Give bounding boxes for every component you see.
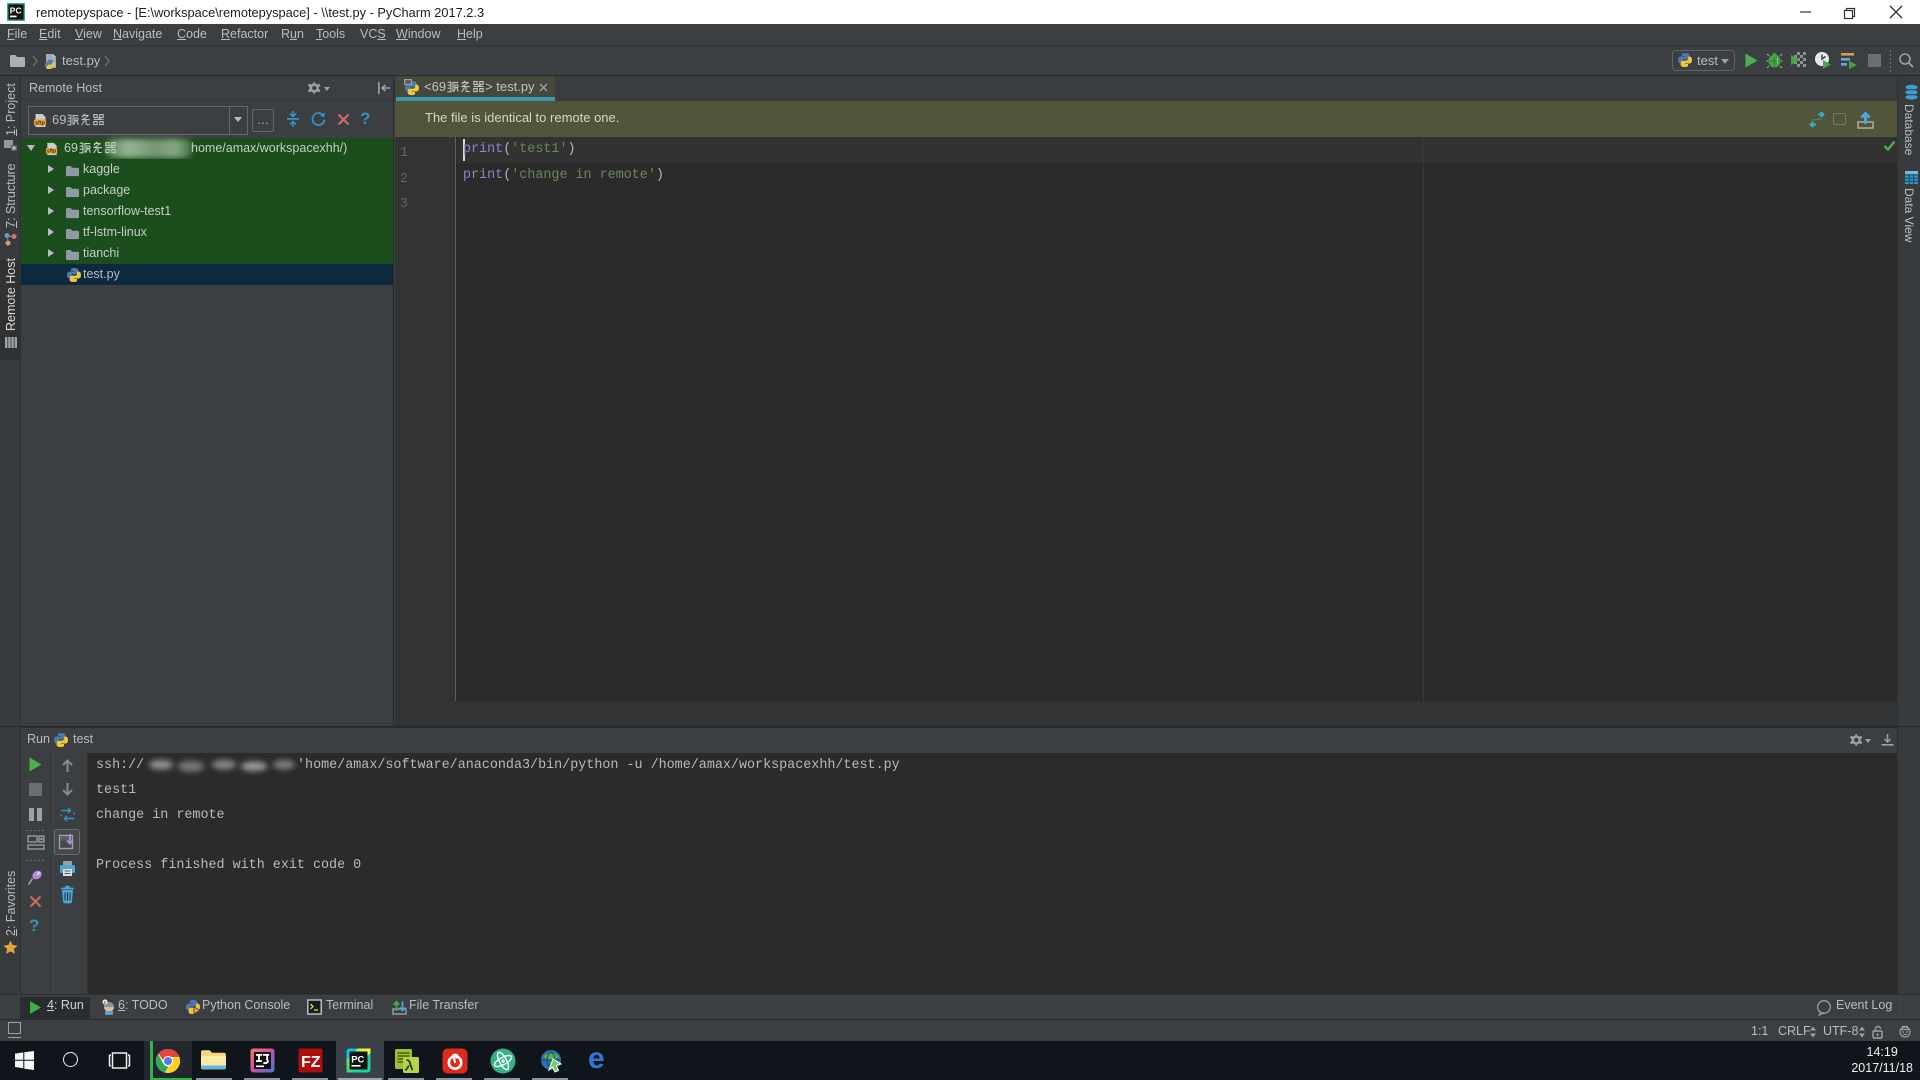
svg-text:PC: PC: [351, 1055, 364, 1066]
svg-text:sftp: sftp: [47, 149, 56, 155]
svg-text:sftp: sftp: [35, 120, 46, 126]
svg-text:FZ: FZ: [301, 1054, 321, 1071]
svg-text:PC: PC: [10, 6, 22, 16]
